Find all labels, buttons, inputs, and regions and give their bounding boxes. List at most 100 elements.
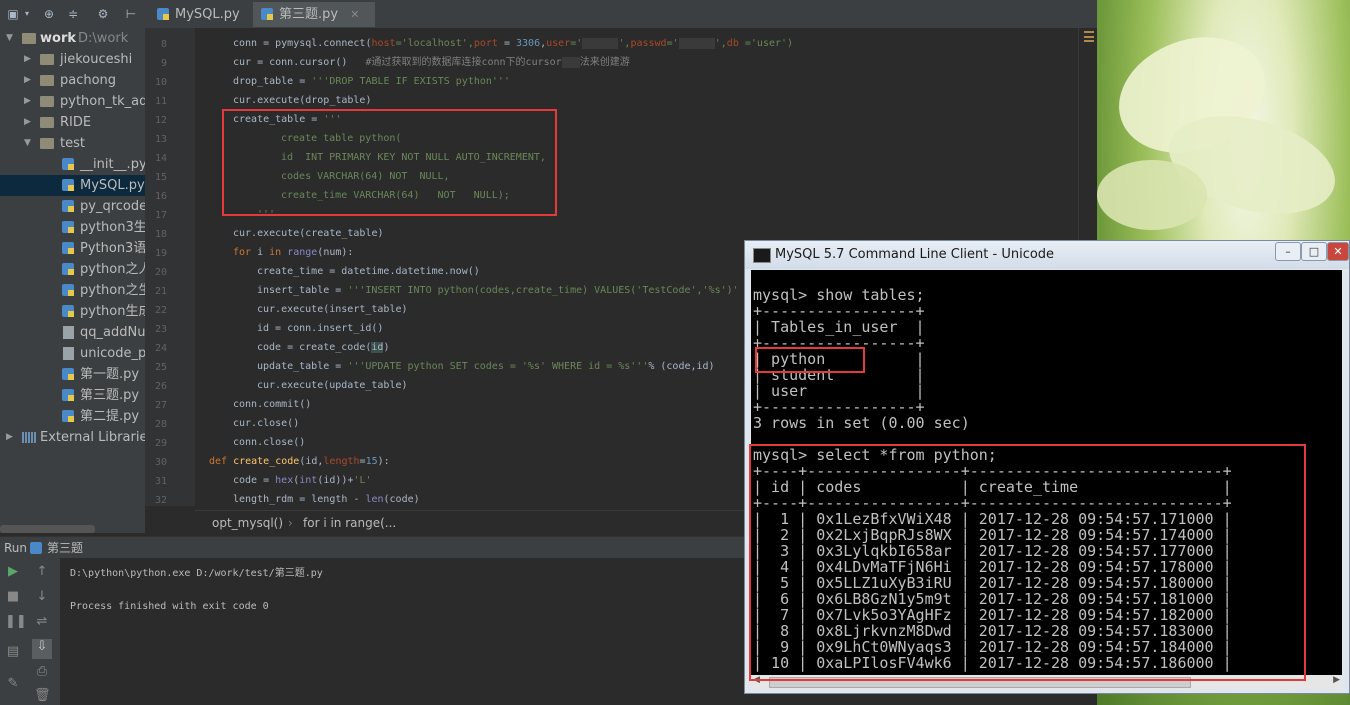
tree-file[interactable]: 第三题.py (0, 385, 145, 406)
tree-file[interactable]: python3生成 (0, 217, 145, 238)
code-line: conn.commit() (233, 399, 312, 410)
line-number: 18 (154, 229, 167, 240)
warning-marker[interactable] (1084, 40, 1094, 42)
python-file-icon (157, 8, 169, 20)
code-line: insert_table = '''INSERT INTO python(cod… (257, 285, 739, 296)
tree-external-libraries[interactable]: ▶ External Libraries (0, 427, 145, 448)
tree-file[interactable]: unicode_pi (0, 343, 145, 364)
window-title: MySQL 5.7 Command Line Client - Unicode (775, 247, 1055, 262)
tree-folder[interactable]: ▶python_tk_adb (0, 91, 145, 112)
line-number-gutter: 8 9 10 11 12 13 14 15 16 17 18 19 20 21 … (145, 28, 233, 506)
python-file-icon (62, 200, 74, 212)
tree-folder[interactable]: ▶ pachong (0, 70, 145, 91)
gear-icon[interactable]: ⚙ (96, 7, 110, 21)
layout-icon[interactable]: ▤ (5, 644, 21, 660)
editor-tabs: MySQL.py ✕ 第三题.py ✕ (145, 0, 1097, 29)
tree-file[interactable]: python之人 (0, 259, 145, 280)
line-number: 16 (154, 191, 167, 202)
pause-icon[interactable]: ❚❚ (5, 614, 27, 630)
dropdown-icon[interactable]: ▾ (20, 7, 34, 21)
trash-icon[interactable]: 🗑 (34, 688, 51, 704)
line-number: 10 (154, 77, 167, 88)
expand-arrow-icon[interactable]: ▼ (6, 28, 13, 49)
line-number: 11 (154, 96, 167, 107)
folder-icon (22, 33, 36, 44)
tree-root-work[interactable]: ▼ work D:\work (0, 28, 145, 49)
tree-horizontal-scrollbar[interactable] (0, 525, 95, 533)
line-number: 27 (154, 400, 167, 411)
target-icon[interactable]: ⊕ (42, 7, 56, 21)
folder-icon (40, 117, 54, 128)
run-config-tab[interactable]: 第三题 (47, 537, 83, 559)
tree-file-selected[interactable]: MySQL.py (0, 175, 145, 196)
tree-file[interactable]: python之生 (0, 280, 145, 301)
console-line: Process finished with exit code 0 (70, 601, 269, 612)
console-line: D:\python\python.exe D:/work/test/第三题.py (70, 568, 323, 579)
breadcrumb-item[interactable]: for i in range(... (303, 511, 396, 536)
code-line: create_time = datetime.datetime.now() (257, 266, 480, 277)
collapse-arrow-icon[interactable]: ▶ (24, 49, 31, 70)
collapse-arrow-icon[interactable]: ▶ (24, 112, 31, 133)
scroll-to-end-icon[interactable]: ⇩ (32, 639, 52, 659)
close-button[interactable]: ✕ (1327, 242, 1349, 261)
tree-file[interactable]: 第二提.py (0, 406, 145, 427)
text-file-icon (63, 347, 74, 360)
code-line: conn = pymysql.connect(host='localhost',… (233, 38, 794, 49)
collapse-arrow-icon[interactable]: ▶ (24, 91, 31, 112)
tree-file[interactable]: 第一题.py (0, 364, 145, 385)
tab-active-file[interactable]: 第三题.py ✕ (253, 2, 375, 27)
text-file-icon (63, 326, 74, 339)
code-line: cur.execute(drop_table) (233, 95, 372, 106)
library-icon (22, 432, 36, 443)
python-file-icon (62, 221, 74, 233)
window-titlebar[interactable]: MySQL 5.7 Command Line Client - Unicode … (745, 241, 1349, 269)
line-number: 12 (154, 115, 167, 126)
tree-file[interactable]: __init__.py (0, 154, 145, 175)
python-file-icon (62, 158, 74, 170)
tree-folder[interactable]: ▶ RIDE (0, 112, 145, 133)
folder-icon (40, 54, 54, 65)
window-icon[interactable]: ▣ (6, 7, 20, 21)
tab-mysql-py[interactable]: MySQL.py ✕ (149, 2, 267, 27)
annotation-highlight-box (749, 444, 1306, 681)
tree-folder-test[interactable]: ▼ test (0, 133, 145, 154)
line-number: 13 (154, 134, 167, 145)
settings-icon[interactable]: ≑ (66, 7, 80, 21)
print-icon[interactable]: ⎙ (34, 664, 50, 680)
tree-file[interactable]: python生成 (0, 301, 145, 322)
soft-wrap-icon[interactable]: ⇌ (34, 614, 50, 630)
line-number: 29 (154, 438, 167, 449)
code-line: code = create_code(id) (257, 342, 390, 353)
warning-marker[interactable] (1084, 31, 1094, 33)
breadcrumb-item[interactable]: opt_mysql() (212, 511, 283, 536)
play-icon[interactable]: ▶ (5, 564, 21, 580)
pin-icon[interactable]: ⊢ (124, 7, 138, 21)
expand-arrow-icon[interactable]: ▼ (24, 133, 31, 154)
pin-tab-icon[interactable]: ✎ (5, 676, 21, 692)
code-line: cur.execute(create_table) (233, 228, 384, 239)
folder-icon (40, 96, 54, 107)
tree-folder[interactable]: ▶ jiekouceshi (0, 49, 145, 70)
close-tab-icon[interactable]: ✕ (350, 8, 359, 21)
console-line: mysql> show tables; (753, 286, 925, 304)
code-line: length_rdm = length - len(code) (233, 494, 420, 505)
maximize-button[interactable]: □ (1301, 242, 1327, 261)
collapse-arrow-icon[interactable]: ▶ (6, 427, 13, 448)
annotation-highlight-box (755, 347, 865, 373)
arrow-down-icon[interactable]: ↓ (34, 589, 50, 605)
python-file-icon (62, 305, 74, 317)
arrow-up-icon[interactable]: ↑ (34, 564, 50, 580)
warning-marker[interactable] (1084, 36, 1094, 38)
minimize-button[interactable]: – (1275, 242, 1301, 261)
code-line: code = hex(int(id))+'L' (233, 475, 372, 486)
line-number: 23 (154, 324, 167, 335)
collapse-arrow-icon[interactable]: ▶ (24, 70, 31, 91)
tree-file[interactable]: py_qrcode. (0, 196, 145, 217)
line-number: 20 (154, 267, 167, 278)
tree-file[interactable]: Python3语言 (0, 238, 145, 259)
folder-icon (40, 138, 54, 149)
stop-icon[interactable]: ■ (5, 589, 21, 605)
scroll-right-icon[interactable]: ▶ (1333, 675, 1340, 685)
code-line: for i in range(num): (233, 247, 354, 258)
tree-file[interactable]: qq_addNul (0, 322, 145, 343)
